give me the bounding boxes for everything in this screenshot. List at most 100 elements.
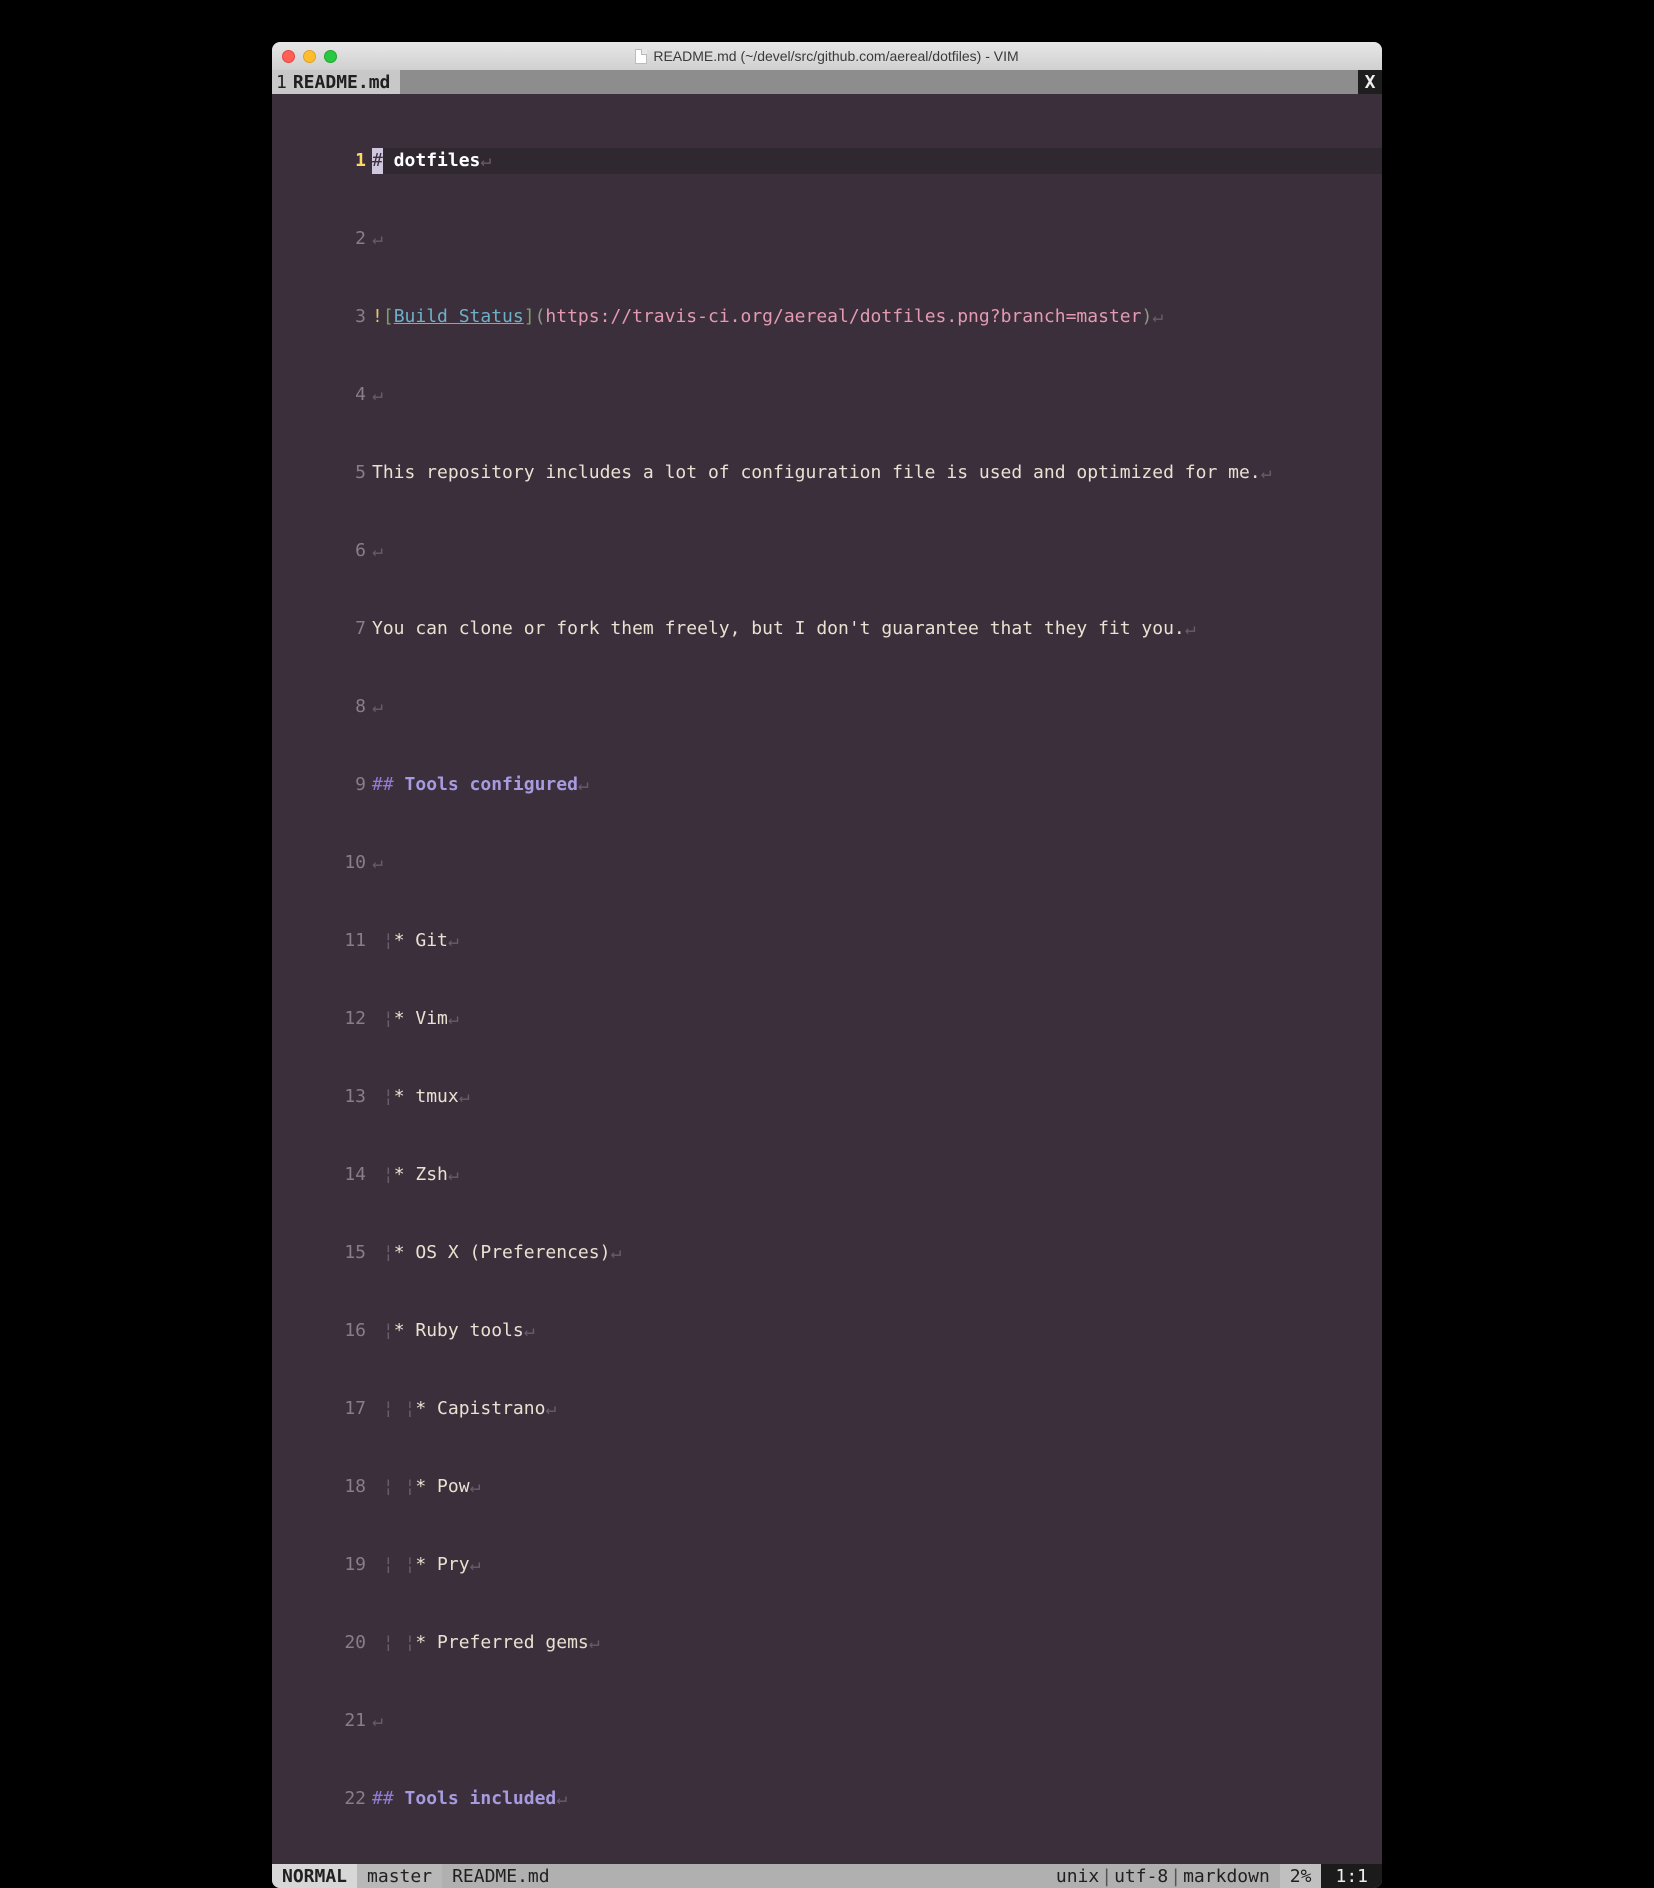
lineno: 5: [272, 460, 372, 486]
tabline-fill: [400, 70, 1358, 94]
line-11: ¦* Git↵: [372, 928, 1382, 954]
lineno: 17: [272, 1396, 372, 1422]
line-3: ![Build Status](https://travis-ci.org/ae…: [372, 304, 1382, 330]
line-7: You can clone or fork them freely, but I…: [372, 616, 1382, 642]
line-16: ¦* Ruby tools↵: [372, 1318, 1382, 1344]
line-17: ¦ ¦* Capistrano↵: [372, 1396, 1382, 1422]
terminal-window: README.md (~/devel/src/github.com/aereal…: [272, 42, 1382, 1888]
newline-icon: ↵: [1152, 306, 1163, 327]
lineno: 10: [272, 850, 372, 876]
status-branch: master: [357, 1864, 442, 1888]
line-2: ↵: [372, 226, 1382, 252]
indent-guide-icon: ¦: [383, 1632, 394, 1653]
line-5: This repository includes a lot of config…: [372, 460, 1382, 486]
tab-readme[interactable]: 1 README.md: [272, 70, 400, 94]
tab-index: 1: [276, 72, 287, 93]
newline-icon: ↵: [372, 852, 383, 873]
line-19: ¦ ¦* Pry↵: [372, 1552, 1382, 1578]
vim-tabline: 1 README.md X: [272, 70, 1382, 94]
line-4: ↵: [372, 382, 1382, 408]
newline-icon: ↵: [589, 1632, 600, 1653]
window-title-text: README.md (~/devel/src/github.com/aereal…: [653, 48, 1018, 64]
lineno: 14: [272, 1162, 372, 1188]
line-6: ↵: [372, 538, 1382, 564]
lineno: 20: [272, 1630, 372, 1656]
indent-guide-icon: ¦: [405, 1554, 416, 1575]
line-22: ## Tools included↵: [372, 1786, 1382, 1812]
lineno: 22: [272, 1786, 372, 1812]
tab-close-button[interactable]: X: [1358, 70, 1382, 94]
status-filetype: markdown: [1183, 1866, 1270, 1887]
indent-guide-icon: ¦: [383, 1554, 394, 1575]
line-9: ## Tools configured↵: [372, 772, 1382, 798]
line-21: ↵: [372, 1708, 1382, 1734]
newline-icon: ↵: [372, 1710, 383, 1731]
newline-icon: ↵: [372, 384, 383, 405]
line-12: ¦* Vim↵: [372, 1006, 1382, 1032]
lineno: 15: [272, 1240, 372, 1266]
line-8: ↵: [372, 694, 1382, 720]
status-filename: README.md: [442, 1864, 560, 1888]
indent-guide-icon: ¦: [383, 1398, 394, 1419]
lineno: 6: [272, 538, 372, 564]
indent-guide-icon: ¦: [383, 1320, 394, 1341]
newline-icon: ↵: [448, 1164, 459, 1185]
indent-guide-icon: ¦: [383, 1164, 394, 1185]
indent-guide-icon: ¦: [383, 1086, 394, 1107]
line-15: ¦* OS X (Preferences)↵: [372, 1240, 1382, 1266]
newline-icon: ↵: [545, 1398, 556, 1419]
indent-guide-icon: ¦: [405, 1632, 416, 1653]
cursor: #: [372, 148, 383, 174]
lineno: 3: [272, 304, 372, 330]
status-encoding: utf-8: [1114, 1866, 1168, 1887]
newline-icon: ↵: [372, 696, 383, 717]
line-13: ¦* tmux↵: [372, 1084, 1382, 1110]
line-20: ¦ ¦* Preferred gems↵: [372, 1630, 1382, 1656]
vim-statusline: NORMAL master README.md unix | utf-8 | m…: [272, 1864, 1382, 1888]
lineno: 19: [272, 1552, 372, 1578]
lineno: 2: [272, 226, 372, 252]
line-14: ¦* Zsh↵: [372, 1162, 1382, 1188]
mac-titlebar: README.md (~/devel/src/github.com/aereal…: [272, 42, 1382, 70]
line-1: # dotfiles↵: [372, 148, 1382, 174]
indent-guide-icon: ¦: [383, 1008, 394, 1029]
newline-icon: ↵: [480, 150, 491, 171]
newline-icon: ↵: [578, 774, 589, 795]
newline-icon: ↵: [470, 1476, 481, 1497]
lineno: 11: [272, 928, 372, 954]
status-format: unix: [1056, 1866, 1099, 1887]
lineno: 21: [272, 1708, 372, 1734]
traffic-lights: [282, 50, 337, 63]
editor-area[interactable]: 1# dotfiles↵ 2↵ 3![Build Status](https:/…: [272, 94, 1382, 1864]
newline-icon: ↵: [1185, 618, 1196, 639]
newline-icon: ↵: [448, 1008, 459, 1029]
lineno: 18: [272, 1474, 372, 1500]
minimize-window-button[interactable]: [303, 50, 316, 63]
newline-icon: ↵: [372, 540, 383, 561]
newline-icon: ↵: [610, 1242, 621, 1263]
close-window-button[interactable]: [282, 50, 295, 63]
separator-icon: |: [1168, 1866, 1183, 1887]
indent-guide-icon: ¦: [405, 1476, 416, 1497]
status-fill: [560, 1864, 1046, 1888]
newline-icon: ↵: [459, 1086, 470, 1107]
window-title: README.md (~/devel/src/github.com/aereal…: [272, 48, 1382, 64]
newline-icon: ↵: [448, 930, 459, 951]
lineno: 16: [272, 1318, 372, 1344]
lineno: 13: [272, 1084, 372, 1110]
line-10: ↵: [372, 850, 1382, 876]
lineno: 8: [272, 694, 372, 720]
indent-guide-icon: ¦: [383, 1476, 394, 1497]
separator-icon: |: [1099, 1866, 1114, 1887]
lineno: 4: [272, 382, 372, 408]
status-position: 1:1: [1321, 1864, 1382, 1888]
newline-icon: ↵: [1261, 462, 1272, 483]
zoom-window-button[interactable]: [324, 50, 337, 63]
newline-icon: ↵: [470, 1554, 481, 1575]
newline-icon: ↵: [556, 1788, 567, 1809]
line-18: ¦ ¦* Pow↵: [372, 1474, 1382, 1500]
lineno: 9: [272, 772, 372, 798]
tab-filename: README.md: [293, 72, 391, 93]
newline-icon: ↵: [524, 1320, 535, 1341]
newline-icon: ↵: [372, 228, 383, 249]
